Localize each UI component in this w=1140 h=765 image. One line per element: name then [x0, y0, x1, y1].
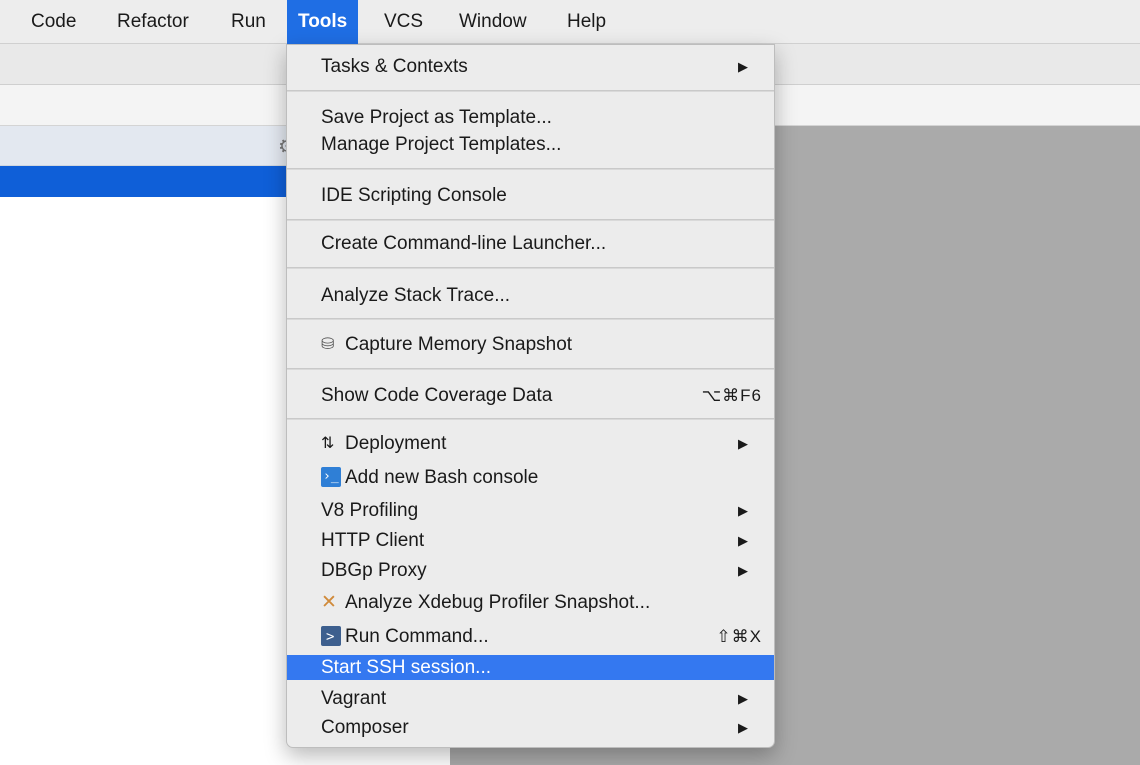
submenu-arrow-icon: ▶	[738, 720, 748, 735]
menu-item-save-template[interactable]: Save Project as Template...	[287, 105, 774, 130]
menu-item-deployment[interactable]: ⇅ Deployment ▶	[287, 431, 774, 456]
menu-item-label: Composer	[321, 717, 409, 738]
xdebug-icon: ✕	[321, 592, 337, 613]
menu-item-label: Show Code Coverage Data	[321, 385, 553, 406]
menu-item-label: Save Project as Template...	[321, 107, 552, 128]
menu-separator	[287, 219, 774, 221]
menu-item-label: Start SSH session...	[321, 657, 492, 678]
menu-item-label: Tasks & Contexts	[321, 56, 468, 77]
menu-item-label: IDE Scripting Console	[321, 185, 507, 206]
menu-item-label: V8 Profiling	[321, 500, 419, 521]
submenu-arrow-icon: ▶	[738, 563, 748, 578]
menu-item-v8-profiling[interactable]: V8 Profiling ▶	[287, 498, 774, 523]
menu-separator	[287, 318, 774, 320]
menu-code[interactable]: Code	[20, 0, 87, 44]
submenu-arrow-icon: ▶	[738, 59, 748, 74]
menu-bar: Code Refactor Run Tools VCS Window Help	[0, 0, 1140, 44]
deployment-icon: ⇅	[321, 435, 335, 452]
submenu-arrow-icon: ▶	[738, 533, 748, 548]
menu-separator	[287, 90, 774, 92]
menu-help[interactable]: Help	[556, 0, 617, 44]
run-command-icon	[321, 625, 341, 650]
menu-item-label: Analyze Stack Trace...	[321, 285, 511, 306]
menu-separator	[287, 418, 774, 420]
menu-item-manage-templates[interactable]: Manage Project Templates...	[287, 132, 774, 157]
menu-item-add-bash-console[interactable]: Add new Bash console	[287, 464, 774, 490]
menu-item-composer[interactable]: Composer ▶	[287, 715, 774, 740]
menu-item-label: DBGp Proxy	[321, 560, 427, 581]
submenu-arrow-icon: ▶	[738, 691, 748, 706]
submenu-arrow-icon: ▶	[738, 436, 748, 451]
project-panel-header: ⚙	[0, 126, 296, 166]
menu-item-label: Run Command...	[345, 626, 489, 647]
shortcut-label: ⌥⌘F6	[701, 386, 762, 405]
menu-item-label: Create Command-line Launcher...	[321, 233, 607, 254]
menu-item-tasks-contexts[interactable]: Tasks & Contexts ▶	[287, 54, 774, 79]
menu-separator	[287, 267, 774, 269]
menu-item-vagrant[interactable]: Vagrant ▶	[287, 686, 774, 711]
menu-item-label: Capture Memory Snapshot	[345, 334, 573, 355]
menu-item-analyze-stack-trace[interactable]: Analyze Stack Trace...	[287, 283, 774, 308]
menu-item-start-ssh-session[interactable]: Start SSH session...	[287, 655, 774, 680]
menu-item-label: Vagrant	[321, 688, 387, 709]
menu-item-command-line-launcher[interactable]: Create Command-line Launcher...	[287, 231, 774, 256]
submenu-arrow-icon: ▶	[738, 503, 748, 518]
menu-vcs[interactable]: VCS	[373, 0, 434, 44]
menu-item-analyze-xdebug[interactable]: ✕ Analyze Xdebug Profiler Snapshot...	[287, 590, 774, 615]
menu-item-label: HTTP Client	[321, 530, 425, 551]
menu-separator	[287, 368, 774, 370]
menu-item-http-client[interactable]: HTTP Client ▶	[287, 528, 774, 553]
menu-item-ide-scripting-console[interactable]: IDE Scripting Console	[287, 183, 774, 208]
menu-run[interactable]: Run	[220, 0, 277, 44]
menu-item-label: Deployment	[345, 433, 447, 454]
menu-item-capture-memory-snapshot[interactable]: ⛁ Capture Memory Snapshot	[287, 332, 774, 357]
tools-dropdown-menu: Tasks & Contexts ▶ Save Project as Templ…	[286, 44, 775, 748]
menu-item-show-code-coverage[interactable]: Show Code Coverage Data ⌥⌘F6	[287, 383, 774, 408]
menu-separator	[287, 168, 774, 170]
menu-window[interactable]: Window	[448, 0, 538, 44]
memory-snapshot-icon: ⛁	[321, 336, 335, 353]
menu-item-label: Add new Bash console	[345, 467, 539, 488]
menu-refactor[interactable]: Refactor	[106, 0, 200, 44]
project-tree-selected-row[interactable]	[0, 166, 290, 197]
menu-item-dbgp-proxy[interactable]: DBGp Proxy ▶	[287, 558, 774, 583]
menu-item-label: Manage Project Templates...	[321, 134, 562, 155]
bash-console-icon	[321, 464, 341, 489]
menu-item-run-command[interactable]: Run Command... ⇧⌘X	[287, 624, 774, 650]
menu-tools[interactable]: Tools	[287, 0, 359, 44]
shortcut-label: ⇧⌘X	[716, 627, 762, 646]
menu-item-label: Analyze Xdebug Profiler Snapshot...	[345, 592, 651, 613]
